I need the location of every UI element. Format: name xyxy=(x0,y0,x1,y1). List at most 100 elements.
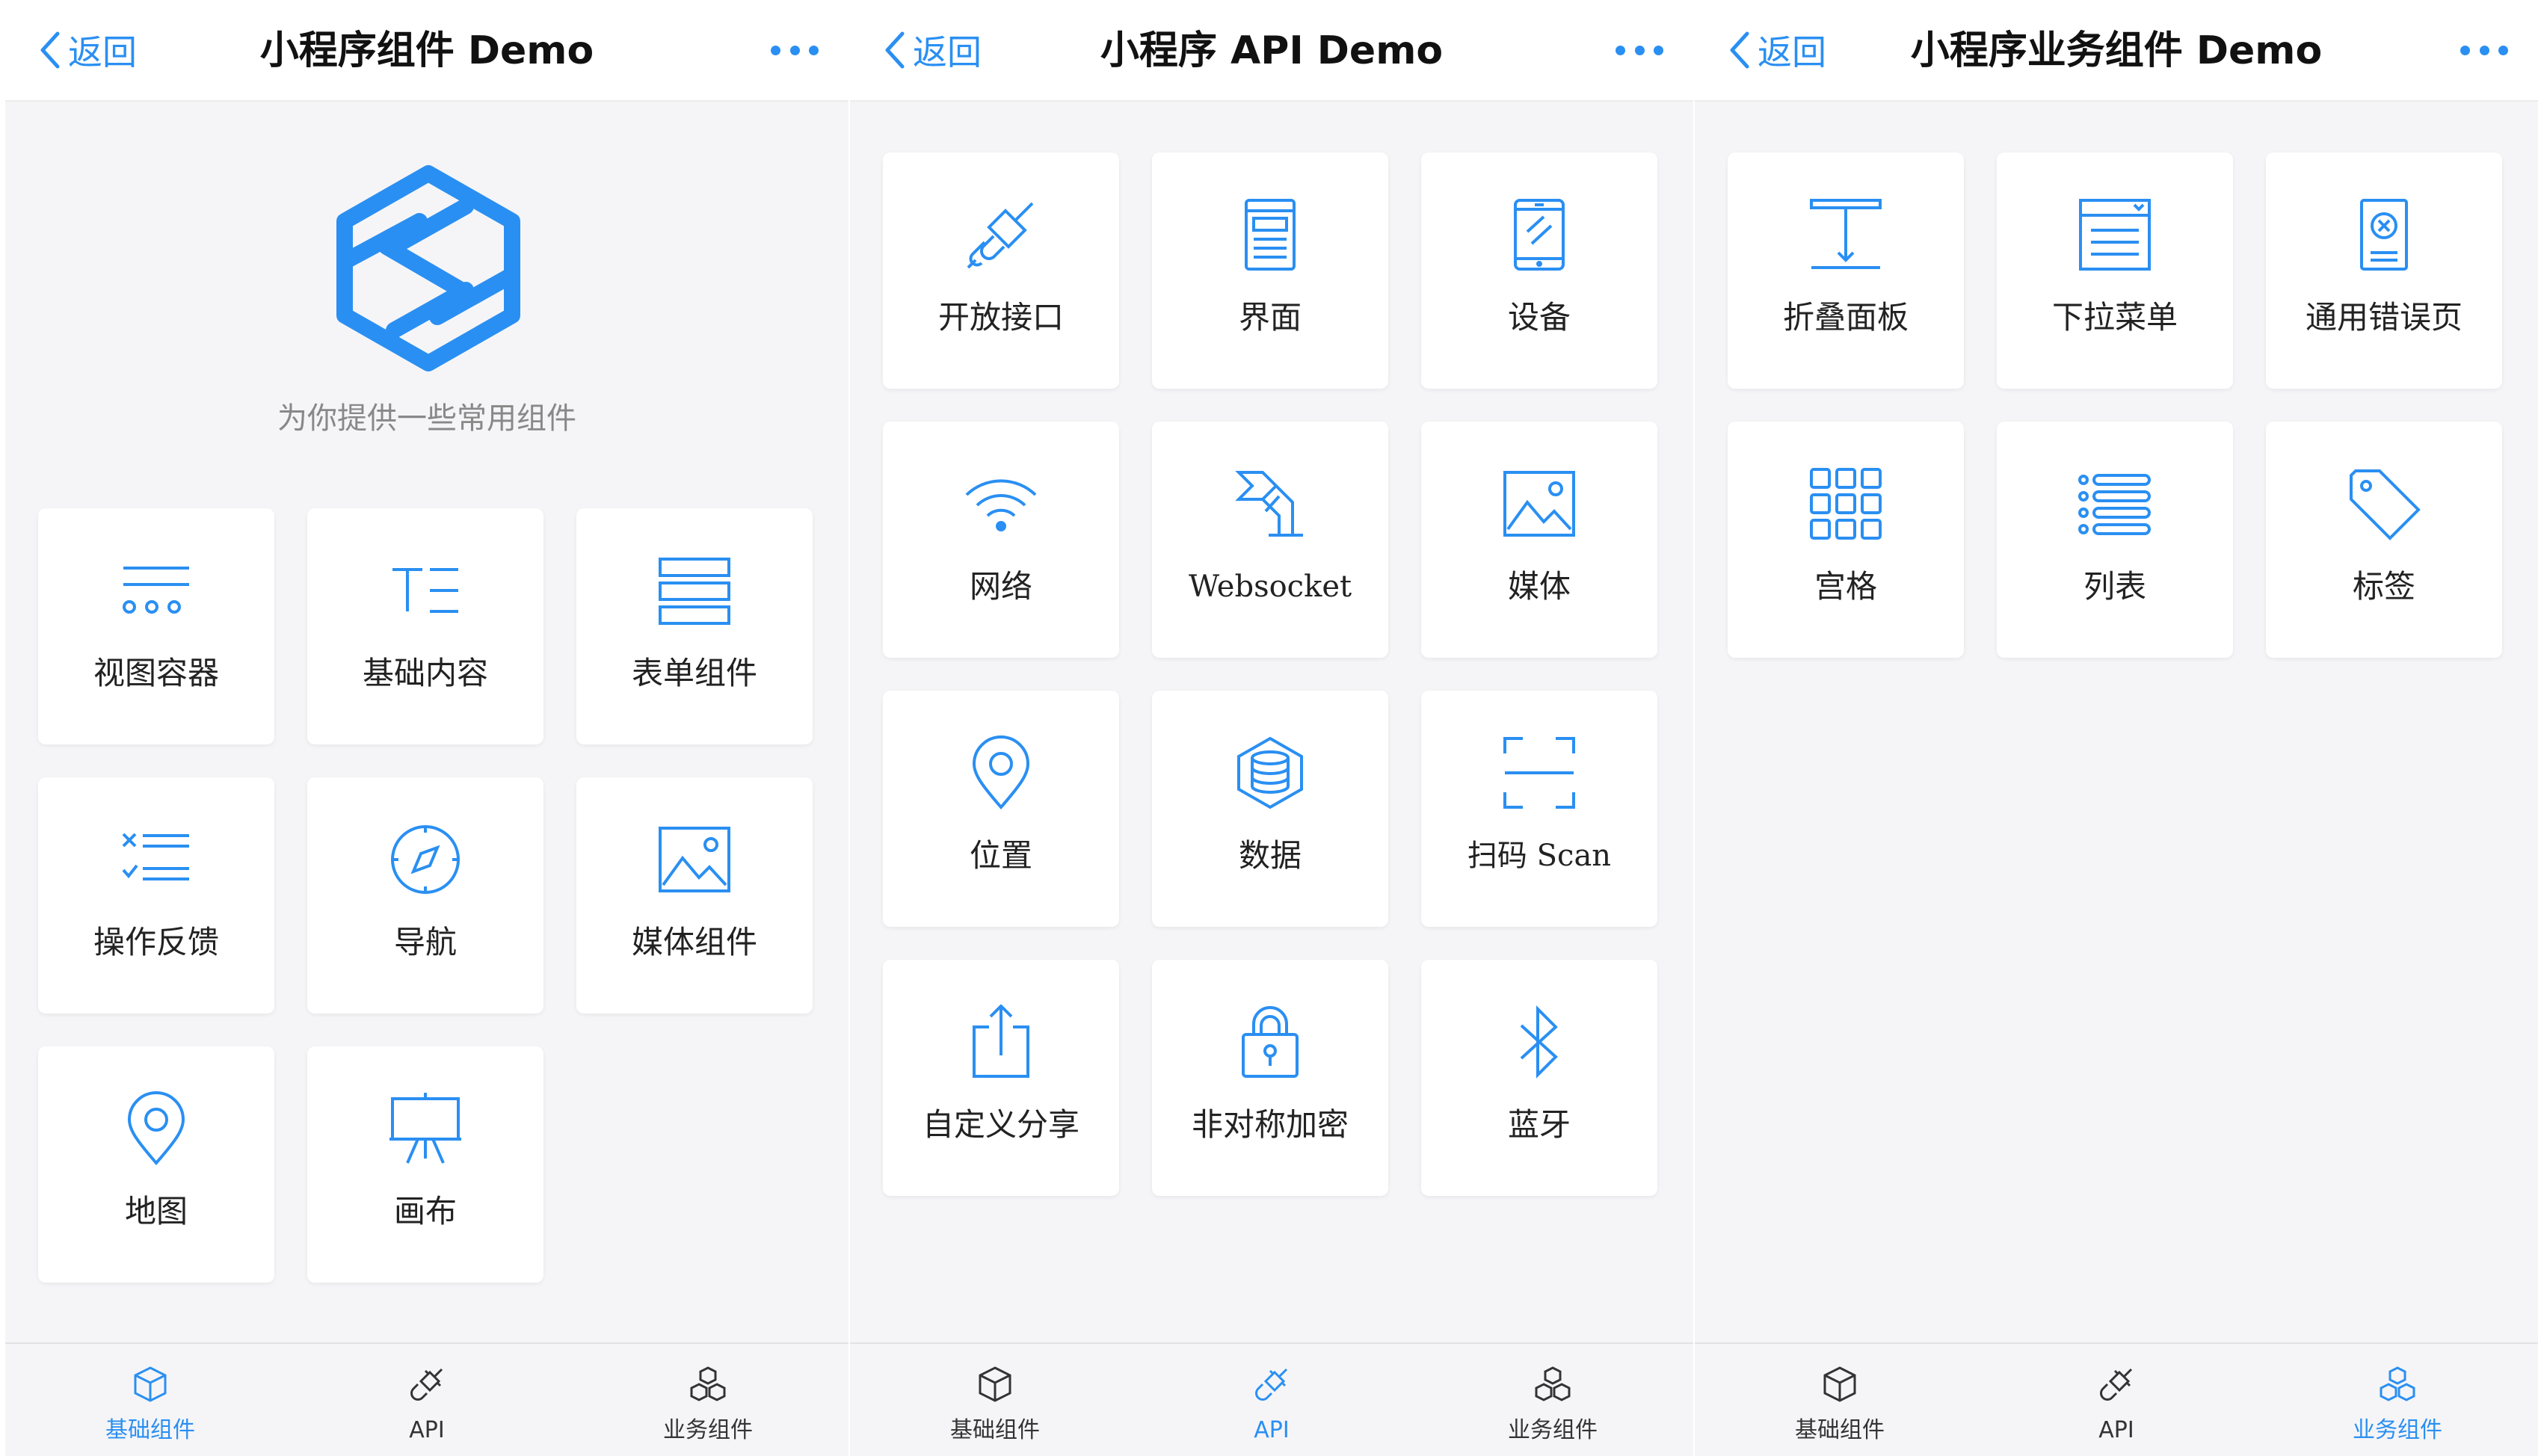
screenshot-root: 返回 小程序组件 Demo 为你提供一些常用组件 视图容器 基础内容 表单组件 … xyxy=(0,0,2541,1456)
item-label: 视图容器 xyxy=(93,655,219,691)
item-device[interactable]: 设备 xyxy=(1421,152,1657,389)
database-icon xyxy=(1237,736,1303,809)
more-dot xyxy=(1654,45,1663,55)
tab-label: API xyxy=(409,1417,445,1443)
navigation-bar: 返回 小程序业务组件 Demo xyxy=(1695,0,2538,102)
grid-icon xyxy=(1810,468,1882,540)
more-dot xyxy=(2460,45,2470,55)
location-pin-icon xyxy=(972,735,1030,810)
more-button[interactable] xyxy=(771,30,819,70)
item-label: 画布 xyxy=(393,1193,457,1230)
more-dot xyxy=(1634,45,1645,55)
item-canvas[interactable]: 画布 xyxy=(307,1046,543,1283)
more-dot xyxy=(2479,45,2489,55)
more-dot xyxy=(2498,45,2508,55)
navigation-bar: 返回 小程序组件 Demo xyxy=(5,0,848,102)
item-view-container[interactable]: 视图容器 xyxy=(38,508,274,744)
share-icon xyxy=(973,1005,1029,1078)
item-label: 地图 xyxy=(124,1193,188,1230)
plug-icon xyxy=(967,202,1034,269)
item-scan[interactable]: 扫码 Scan xyxy=(1421,691,1657,927)
navigation-bar: 返回 小程序 API Demo xyxy=(850,0,1693,102)
tab-business-components[interactable]: 业务组件 xyxy=(1463,1344,1642,1456)
tab-label: 基础组件 xyxy=(950,1417,1040,1443)
item-collapse-panel[interactable]: 折叠面板 xyxy=(1728,152,1964,389)
item-label: 扫码 Scan xyxy=(1467,839,1612,873)
tab-api[interactable]: API xyxy=(1182,1344,1361,1456)
item-tag[interactable]: 标签 xyxy=(2266,422,2502,658)
item-websocket[interactable]: Websocket xyxy=(1152,422,1388,658)
item-media-components[interactable]: 媒体组件 xyxy=(576,777,813,1014)
item-location[interactable]: 位置 xyxy=(883,691,1119,927)
item-label: 基础内容 xyxy=(362,655,488,691)
item-asymmetric-encryption[interactable]: 非对称加密 xyxy=(1152,960,1388,1196)
item-network[interactable]: 网络 xyxy=(883,422,1119,658)
item-label: 下拉菜单 xyxy=(2051,299,2178,336)
item-label: 表单组件 xyxy=(631,655,757,691)
business-components-demo-screen: 返回 小程序业务组件 Demo 折叠面板 下拉菜单 通用错误页 宫格 列表 标签… xyxy=(1695,0,2538,1456)
more-button[interactable] xyxy=(2460,30,2508,70)
more-dot xyxy=(1616,45,1625,55)
item-feedback[interactable]: 操作反馈 xyxy=(38,777,274,1014)
item-open-interface[interactable]: 开放接口 xyxy=(883,152,1119,389)
item-list[interactable]: 列表 xyxy=(1997,422,2233,658)
item-label: 媒体 xyxy=(1507,568,1571,605)
item-form-components[interactable]: 表单组件 xyxy=(576,508,813,744)
item-custom-share[interactable]: 自定义分享 xyxy=(883,960,1119,1196)
item-grid[interactable]: 宫格 xyxy=(1728,422,1964,658)
item-dropdown-menu[interactable]: 下拉菜单 xyxy=(1997,152,2233,389)
tab-label: 基础组件 xyxy=(1795,1417,1885,1443)
phone-icon xyxy=(1514,199,1565,271)
tab-bar: 基础组件 API 业务组件 xyxy=(850,1342,1693,1456)
cubes-icon xyxy=(690,1366,726,1401)
item-label: 标签 xyxy=(2352,568,2415,605)
item-label: 导航 xyxy=(393,924,457,960)
tab-api[interactable]: API xyxy=(2027,1344,2206,1456)
tab-basic-components[interactable]: 基础组件 xyxy=(61,1344,240,1456)
image-icon xyxy=(659,827,730,892)
item-bluetooth[interactable]: 蓝牙 xyxy=(1421,960,1657,1196)
interface-icon xyxy=(1245,199,1296,271)
more-dot xyxy=(789,45,800,55)
cubes-icon xyxy=(2380,1366,2415,1401)
tab-business-components[interactable]: 业务组件 xyxy=(618,1344,798,1456)
more-button[interactable] xyxy=(1616,30,1663,70)
item-label: 操作反馈 xyxy=(93,924,219,960)
item-label: 自定义分享 xyxy=(922,1106,1079,1143)
subtitle: 为你提供一些常用组件 xyxy=(277,401,576,436)
item-interface[interactable]: 界面 xyxy=(1152,152,1388,389)
more-dot xyxy=(809,45,819,55)
item-label: 网络 xyxy=(969,568,1032,605)
tab-bar: 基础组件 API 业务组件 xyxy=(1695,1342,2538,1456)
map-pin-icon xyxy=(127,1091,185,1166)
tab-basic-components[interactable]: 基础组件 xyxy=(905,1344,1085,1456)
item-label: 数据 xyxy=(1238,837,1302,874)
form-icon xyxy=(659,558,730,625)
item-error-page[interactable]: 通用错误页 xyxy=(2266,152,2502,389)
compass-icon xyxy=(391,825,460,894)
image-icon xyxy=(1503,471,1575,537)
tab-label: API xyxy=(2098,1417,2134,1443)
mini-program-logo xyxy=(336,165,520,371)
item-data[interactable]: 数据 xyxy=(1152,691,1388,927)
item-label: 界面 xyxy=(1238,299,1302,336)
page-title: 小程序 API Demo xyxy=(1100,28,1444,73)
cubes-icon xyxy=(1535,1366,1571,1401)
tab-label: 业务组件 xyxy=(663,1417,753,1443)
tag-icon xyxy=(2350,469,2421,540)
item-label: 宫格 xyxy=(1814,568,1877,605)
components-demo-screen: 返回 小程序组件 Demo 为你提供一些常用组件 视图容器 基础内容 表单组件 … xyxy=(5,0,848,1456)
collapse-icon xyxy=(1810,199,1882,269)
item-media[interactable]: 媒体 xyxy=(1421,422,1657,658)
item-basic-content[interactable]: 基础内容 xyxy=(307,508,543,744)
tab-business-components[interactable]: 业务组件 xyxy=(2308,1344,2487,1456)
plug-icon xyxy=(1255,1368,1288,1401)
tab-basic-components[interactable]: 基础组件 xyxy=(1750,1344,1929,1456)
tab-api[interactable]: API xyxy=(337,1344,517,1456)
page-title: 小程序组件 Demo xyxy=(259,28,594,73)
item-navigation[interactable]: 导航 xyxy=(307,777,543,1014)
item-label: 媒体组件 xyxy=(631,924,757,960)
tab-label: 基础组件 xyxy=(105,1417,195,1443)
plug-icon xyxy=(410,1368,443,1401)
item-map[interactable]: 地图 xyxy=(38,1046,274,1283)
